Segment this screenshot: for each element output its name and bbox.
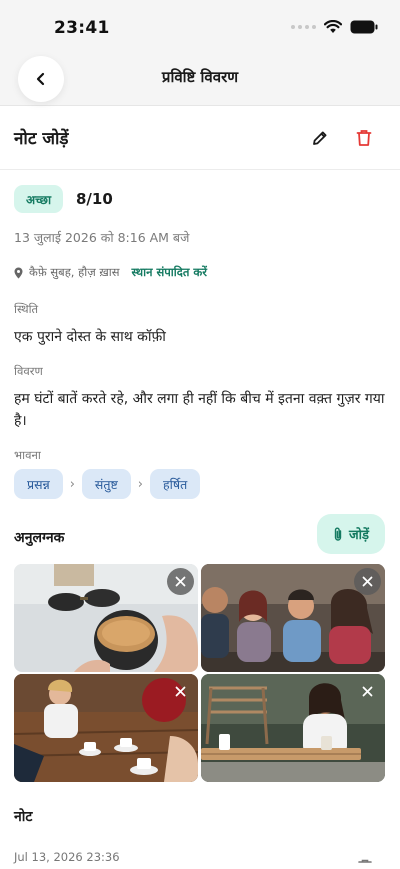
location-pin-icon xyxy=(14,267,23,278)
remove-attachment-button[interactable] xyxy=(167,568,194,595)
add-attachment-button[interactable]: जोड़ें xyxy=(317,514,385,554)
emotion-chip: हर्षित xyxy=(150,469,201,499)
rating-badge: अच्छा xyxy=(14,185,64,213)
location-row: कैफ़े सुबह, हौज़ ख़ास स्थान संपादित करें xyxy=(14,265,207,280)
trash-icon xyxy=(358,859,372,863)
emotion-chip: प्रसन्न xyxy=(14,469,63,499)
attachments-heading: अनुलग्नक xyxy=(14,530,65,546)
emotions-label: भावना xyxy=(14,448,41,462)
edit-location-link[interactable]: स्थान संपादित करें xyxy=(132,265,207,280)
close-icon xyxy=(175,576,186,587)
attachment-thumbnail[interactable] xyxy=(201,564,385,672)
attachment-thumbnail[interactable] xyxy=(201,674,385,782)
entry-title-row: नोट जोड़ें xyxy=(0,106,400,170)
note-timestamp: Jul 13, 2026 23:36 xyxy=(14,850,120,864)
emotion-chain: प्रसन्न › संतुष्ट › हर्षित xyxy=(14,469,201,499)
description-label: विवरण xyxy=(14,364,43,378)
pencil-icon xyxy=(313,131,327,145)
delete-button[interactable] xyxy=(350,124,378,152)
emotion-chip: संतुष्ट xyxy=(81,469,131,499)
attachment-thumbnail[interactable] xyxy=(14,564,198,672)
description-text: हम घंटों बातें करते रहे, और लगा ही नहीं … xyxy=(14,391,385,429)
battery-icon xyxy=(350,20,378,34)
attachment-thumbnail[interactable] xyxy=(14,674,198,782)
close-icon xyxy=(175,686,186,697)
notes-heading: नोट xyxy=(14,809,33,825)
situation-label: स्थिति xyxy=(14,302,39,316)
remove-attachment-button[interactable] xyxy=(167,678,194,705)
status-bar: 23:41 xyxy=(0,0,400,52)
rating-score: 8/10 xyxy=(76,190,113,208)
edit-button[interactable] xyxy=(306,124,334,152)
header: प्रविष्टि विवरण xyxy=(0,52,400,106)
remove-attachment-button[interactable] xyxy=(354,678,381,705)
chevron-right-icon: › xyxy=(137,476,143,492)
close-icon xyxy=(362,576,373,587)
wifi-icon xyxy=(324,20,342,33)
delete-note-button[interactable] xyxy=(358,858,372,869)
entry-title: नोट जोड़ें xyxy=(14,129,69,149)
paperclip-icon xyxy=(334,527,342,541)
location-text: कैफ़े सुबह, हौज़ ख़ास xyxy=(29,265,120,279)
remove-attachment-button[interactable] xyxy=(354,568,381,595)
entry-date: 13 जुलाई 2026 को 8:16 AM बजे xyxy=(14,230,190,245)
chevron-right-icon: › xyxy=(69,476,75,492)
situation-text: एक पुराने दोस्त के साथ कॉफ़ी xyxy=(14,329,166,345)
trash-icon xyxy=(356,130,372,146)
status-indicators xyxy=(291,20,378,34)
add-attachment-label: जोड़ें xyxy=(349,528,369,543)
status-time: 23:41 xyxy=(54,18,110,38)
page-title: प्रविष्टि विवरण xyxy=(161,68,239,86)
close-icon xyxy=(362,686,373,697)
signal-icon xyxy=(291,25,316,29)
entry-detail: नोट जोड़ें अच्छा 8/10 13 जुलाई 2026 को 8… xyxy=(0,106,400,869)
